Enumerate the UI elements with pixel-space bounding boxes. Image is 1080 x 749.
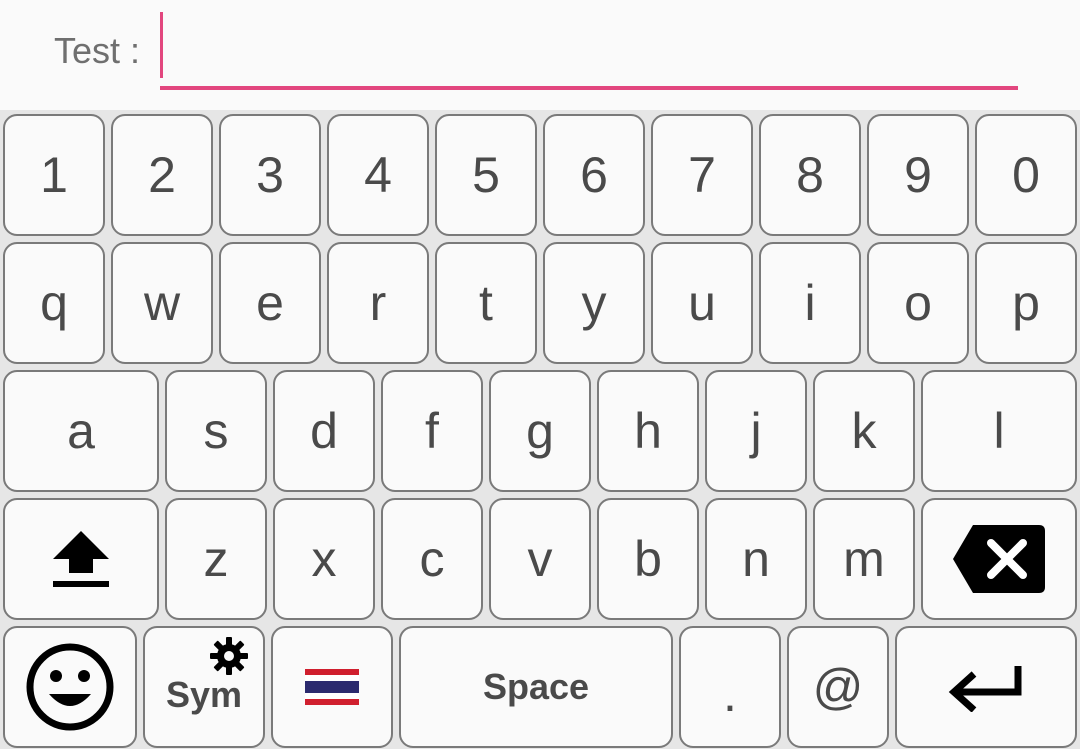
key-label: x — [311, 531, 337, 587]
key-p[interactable]: p — [975, 242, 1077, 364]
key-label: b — [634, 531, 662, 587]
language-key[interactable] — [271, 626, 393, 748]
key-label: g — [526, 403, 554, 459]
backspace-icon — [953, 525, 1045, 593]
space-key[interactable]: Space — [399, 626, 673, 748]
key-label: p — [1012, 275, 1040, 331]
key-label: i — [804, 275, 816, 331]
key-b[interactable]: b — [597, 498, 699, 620]
key-label: n — [742, 531, 770, 587]
key-l[interactable]: l — [921, 370, 1077, 492]
key-8[interactable]: 8 — [759, 114, 861, 236]
key-label: h — [634, 403, 662, 459]
period-label: . — [723, 666, 737, 722]
key-label: w — [143, 275, 181, 331]
key-label: a — [67, 403, 95, 459]
key-5[interactable]: 5 — [435, 114, 537, 236]
key-label: d — [310, 403, 338, 459]
at-label: @ — [812, 659, 864, 715]
key-label: 1 — [40, 147, 68, 203]
key-0[interactable]: 0 — [975, 114, 1077, 236]
key-label: 4 — [364, 147, 392, 203]
key-label: v — [527, 531, 553, 587]
key-w[interactable]: w — [111, 242, 213, 364]
key-h[interactable]: h — [597, 370, 699, 492]
backspace-key[interactable] — [921, 498, 1077, 620]
key-v[interactable]: v — [489, 498, 591, 620]
enter-icon — [948, 666, 1022, 712]
key-z[interactable]: z — [165, 498, 267, 620]
key-label: e — [256, 275, 284, 331]
key-s[interactable]: s — [165, 370, 267, 492]
key-c[interactable]: c — [381, 498, 483, 620]
sym-label: Sym — [165, 674, 243, 715]
key-label: 9 — [904, 147, 932, 203]
gear-icon — [210, 637, 248, 675]
sym-key[interactable]: Sym — [143, 626, 265, 748]
keyboard: 1 2 3 4 5 6 7 8 9 0 q w e r t y u i o p … — [0, 110, 1080, 749]
key-label: z — [203, 531, 229, 587]
space-label: Space — [482, 666, 590, 707]
input-bar: Test : — [0, 0, 1080, 110]
key-n[interactable]: n — [705, 498, 807, 620]
at-key[interactable]: @ — [787, 626, 889, 748]
key-k[interactable]: k — [813, 370, 915, 492]
key-d[interactable]: d — [273, 370, 375, 492]
key-label: y — [581, 275, 607, 331]
key-t[interactable]: t — [435, 242, 537, 364]
key-label: j — [750, 403, 762, 459]
key-3[interactable]: 3 — [219, 114, 321, 236]
key-label: r — [369, 275, 387, 331]
key-a[interactable]: a — [3, 370, 159, 492]
key-label: s — [203, 403, 229, 459]
key-i[interactable]: i — [759, 242, 861, 364]
emoji-key[interactable] — [3, 626, 137, 748]
key-label: 6 — [580, 147, 608, 203]
key-label: k — [851, 403, 877, 459]
key-j[interactable]: j — [705, 370, 807, 492]
key-label: 3 — [256, 147, 284, 203]
key-label: 0 — [1012, 147, 1040, 203]
key-6[interactable]: 6 — [543, 114, 645, 236]
text-input[interactable] — [160, 12, 1018, 90]
key-x[interactable]: x — [273, 498, 375, 620]
text-caret — [160, 12, 163, 78]
key-9[interactable]: 9 — [867, 114, 969, 236]
key-label: m — [843, 531, 885, 587]
thai-flag-icon — [305, 669, 359, 705]
key-label: c — [419, 531, 445, 587]
key-e[interactable]: e — [219, 242, 321, 364]
key-label: t — [479, 275, 493, 331]
key-label: 7 — [688, 147, 716, 203]
key-o[interactable]: o — [867, 242, 969, 364]
key-1[interactable]: 1 — [3, 114, 105, 236]
key-f[interactable]: f — [381, 370, 483, 492]
key-7[interactable]: 7 — [651, 114, 753, 236]
key-label: q — [40, 275, 68, 331]
shift-icon — [53, 531, 109, 587]
key-label: 2 — [148, 147, 176, 203]
key-m[interactable]: m — [813, 498, 915, 620]
key-label: 8 — [796, 147, 824, 203]
key-label: o — [904, 275, 932, 331]
key-y[interactable]: y — [543, 242, 645, 364]
emoji-icon — [26, 643, 114, 731]
enter-key[interactable] — [895, 626, 1077, 748]
key-u[interactable]: u — [651, 242, 753, 364]
key-label: l — [993, 403, 1005, 459]
key-r[interactable]: r — [327, 242, 429, 364]
key-label: u — [688, 275, 716, 331]
key-g[interactable]: g — [489, 370, 591, 492]
key-4[interactable]: 4 — [327, 114, 429, 236]
key-label: f — [425, 403, 439, 459]
field-label: Test : — [54, 30, 141, 71]
key-label: 5 — [472, 147, 500, 203]
key-q[interactable]: q — [3, 242, 105, 364]
period-key[interactable]: . — [679, 626, 781, 748]
key-2[interactable]: 2 — [111, 114, 213, 236]
shift-key[interactable] — [3, 498, 159, 620]
